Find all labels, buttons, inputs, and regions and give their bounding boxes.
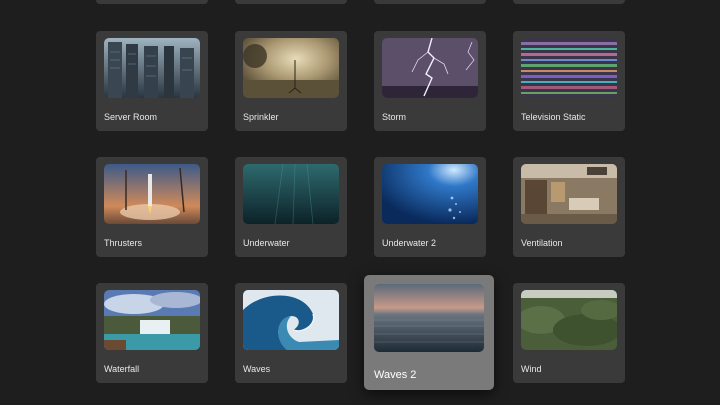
card-label: Television Static <box>521 112 586 122</box>
grid-card-waves[interactable]: Waves <box>235 283 347 383</box>
card-label: Underwater <box>243 238 290 248</box>
card-label: Thrusters <box>104 238 143 248</box>
card-label: Underwater 2 <box>382 238 437 248</box>
ventilation-thumbnail <box>521 164 617 224</box>
grid-card-waterfall[interactable]: Waterfall <box>96 283 208 383</box>
waves-thumbnail <box>243 290 339 350</box>
grid-card-television-static[interactable]: Television Static <box>513 31 625 131</box>
grid-card-partial[interactable] <box>96 0 208 4</box>
card-label: Waves <box>243 364 271 374</box>
waves-2-thumbnail <box>374 284 484 352</box>
grid-card-underwater[interactable]: Underwater <box>235 157 347 257</box>
server-room-thumbnail <box>104 38 200 98</box>
sprinkler-thumbnail <box>243 38 339 98</box>
card-label: Sprinkler <box>243 112 279 122</box>
grid-card-sprinkler[interactable]: Sprinkler <box>235 31 347 131</box>
card-label: Server Room <box>104 112 158 122</box>
card-label: Waves 2 <box>374 369 417 381</box>
storm-thumbnail <box>382 38 478 98</box>
wind-thumbnail <box>521 290 617 350</box>
thrusters-thumbnail <box>104 164 200 224</box>
grid-card-ventilation[interactable]: Ventilation <box>513 157 625 257</box>
grid-card-server-room[interactable]: Server Room <box>96 31 208 131</box>
television-static-thumbnail <box>521 38 617 98</box>
card-label: Wind <box>521 364 542 374</box>
grid-card-storm[interactable]: Storm <box>374 31 486 131</box>
grid-card-waves-2[interactable]: Waves 2 <box>364 275 494 390</box>
underwater-thumbnail <box>243 164 339 224</box>
grid-card-wind[interactable]: Wind <box>513 283 625 383</box>
waterfall-thumbnail <box>104 290 200 350</box>
grid-card-partial[interactable] <box>374 0 486 4</box>
card-label: Waterfall <box>104 364 140 374</box>
grid-card-partial[interactable] <box>235 0 347 4</box>
card-label: Ventilation <box>521 238 563 248</box>
grid-card-underwater-2[interactable]: Underwater 2 <box>374 157 486 257</box>
card-label: Storm <box>382 112 407 122</box>
grid-card-partial[interactable] <box>513 0 625 4</box>
underwater-2-thumbnail <box>382 164 478 224</box>
grid-card-thrusters[interactable]: Thrusters <box>96 157 208 257</box>
